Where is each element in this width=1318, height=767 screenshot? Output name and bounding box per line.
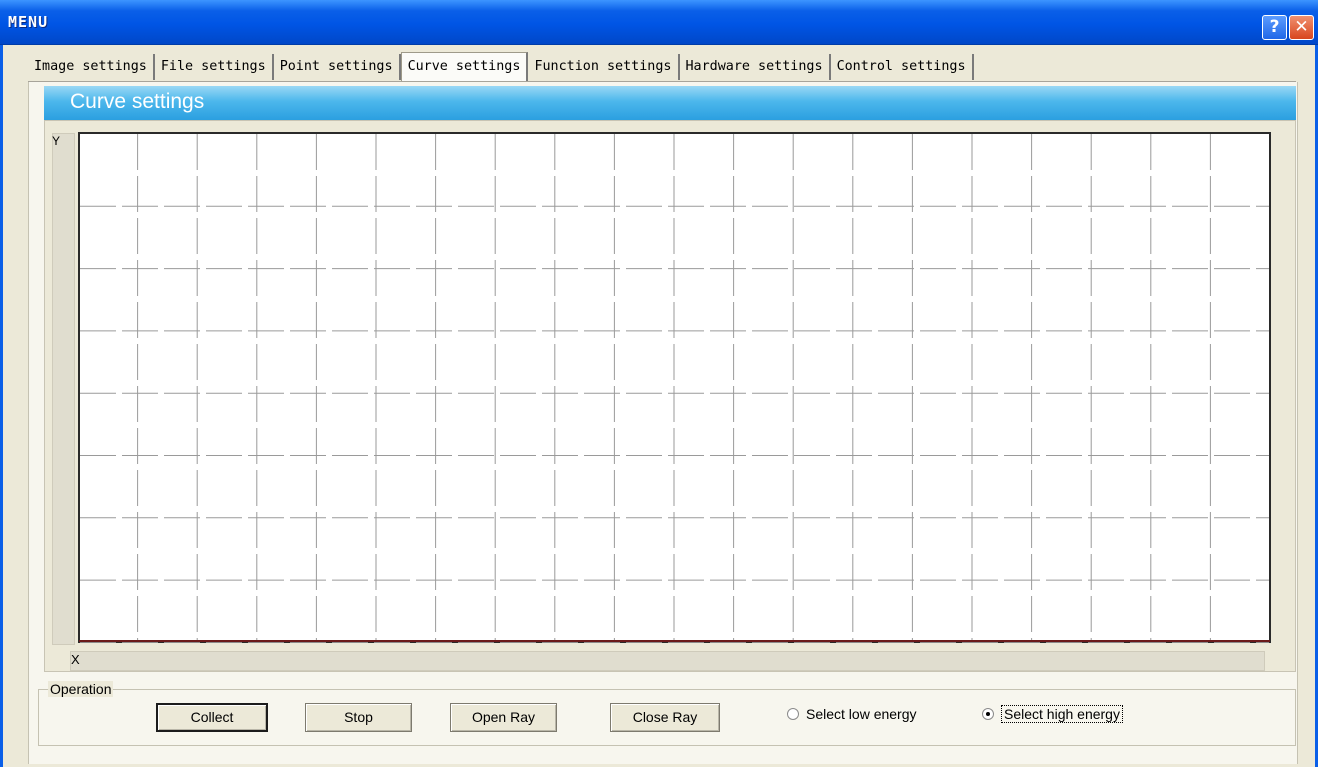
open-ray-button[interactable]: Open Ray	[450, 703, 557, 732]
stop-button[interactable]: Stop	[305, 703, 412, 732]
tab-curve-settings[interactable]: Curve settings	[400, 52, 529, 82]
tab-hardware-settings[interactable]: Hardware settings	[680, 54, 831, 80]
y-axis-strip	[52, 133, 75, 645]
high-energy-label: Select high energy	[1001, 705, 1123, 723]
tab-point-settings[interactable]: Point settings	[274, 54, 401, 80]
tab-file-settings[interactable]: File settings	[155, 54, 274, 80]
title-bar: MENU ? ✕	[0, 0, 1318, 45]
x-axis-label: X	[71, 652, 80, 667]
operation-legend: Operation	[48, 681, 114, 697]
close-icon: ✕	[1294, 17, 1309, 37]
low-energy-radio[interactable]: Select low energy	[787, 703, 917, 725]
high-energy-radio[interactable]: Select high energy	[982, 703, 1123, 725]
panel-title: Curve settings	[70, 90, 205, 113]
help-button[interactable]: ?	[1262, 15, 1287, 40]
tab-strip: Image settings File settings Point setti…	[28, 52, 974, 82]
radio-checked-icon	[982, 708, 994, 720]
curve-plot	[78, 132, 1271, 643]
panel-header: Curve settings	[44, 86, 1296, 120]
tab-control-settings[interactable]: Control settings	[831, 54, 974, 80]
close-ray-button[interactable]: Close Ray	[610, 703, 720, 732]
low-energy-label: Select low energy	[806, 706, 917, 722]
help-icon: ?	[1269, 17, 1280, 37]
tab-image-settings[interactable]: Image settings	[28, 54, 155, 80]
y-axis-label: Y	[52, 134, 61, 148]
tab-function-settings[interactable]: Function settings	[528, 54, 680, 80]
close-button[interactable]: ✕	[1289, 15, 1314, 40]
collect-button[interactable]: Collect	[156, 703, 268, 732]
window-title: MENU	[8, 13, 49, 31]
x-axis-strip	[70, 651, 1265, 671]
radio-unchecked-icon	[787, 708, 799, 720]
